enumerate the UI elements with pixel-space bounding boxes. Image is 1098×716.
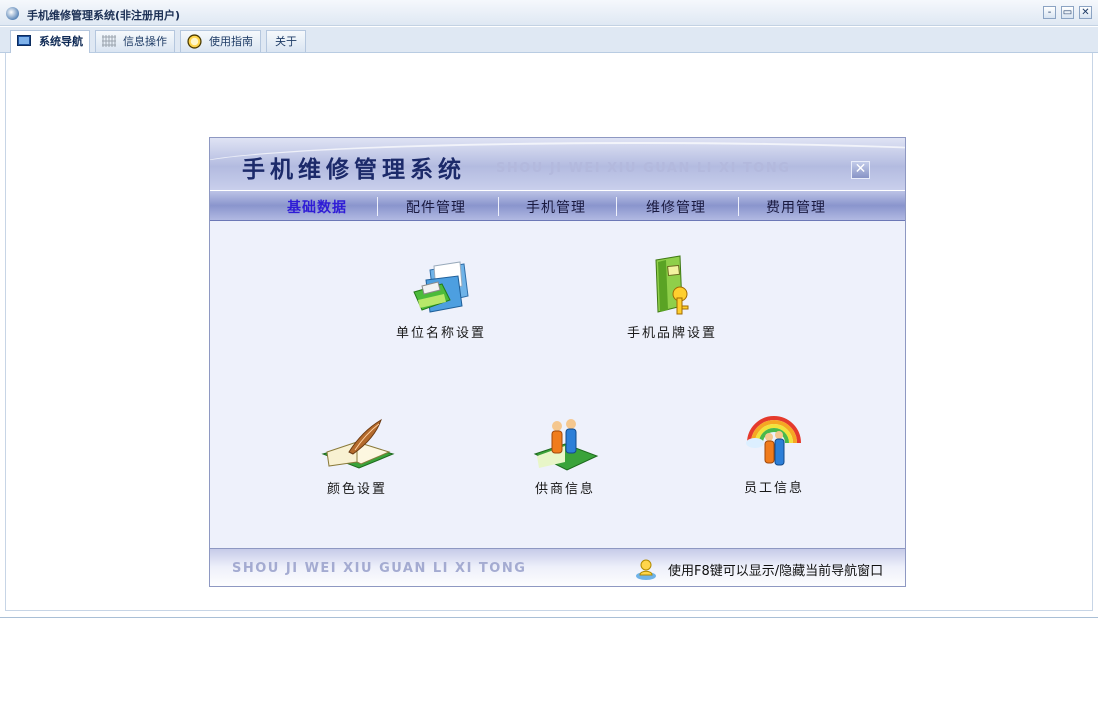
- restore-button[interactable]: ▭: [1061, 6, 1074, 19]
- book-quill-icon: [321, 418, 395, 469]
- panel-footer: SHOU JI WEI XIU GUAN LI XI TONG 使用F8键可以显…: [210, 548, 905, 586]
- item-label: 供商信息: [534, 482, 595, 497]
- item-label: 手机品牌设置: [626, 326, 717, 341]
- item-label: 单位名称设置: [395, 326, 486, 341]
- people-book-icon: [533, 419, 599, 471]
- item-employee[interactable]: 员工信息: [730, 415, 818, 496]
- tab-label: 关于: [275, 35, 297, 48]
- user-tip-icon: [636, 559, 656, 580]
- nav-basic-data[interactable]: 基础数据: [287, 197, 347, 217]
- nav-fee-mgmt[interactable]: 费用管理: [766, 197, 826, 217]
- nav-phone-mgmt[interactable]: 手机管理: [526, 197, 586, 217]
- nav-separator: [498, 197, 499, 216]
- tab-about[interactable]: 关于: [266, 30, 306, 52]
- panel-close-button[interactable]: ✕: [851, 161, 870, 179]
- book-key-icon: [655, 255, 689, 315]
- window-title: 手机维修管理系统(非注册用户): [27, 9, 181, 22]
- clock-icon: [187, 34, 202, 49]
- tab-user-guide[interactable]: 使用指南: [180, 30, 261, 52]
- close-button[interactable]: ✕: [1079, 6, 1092, 19]
- footer-tip: 使用F8键可以显示/隐藏当前导航窗口: [668, 564, 884, 579]
- item-label: 员工信息: [743, 481, 804, 496]
- minimize-button[interactable]: -: [1043, 6, 1056, 19]
- title-bar: 手机维修管理系统(非注册用户) - ▭ ✕: [0, 0, 1098, 26]
- item-label: 颜色设置: [326, 482, 387, 497]
- tab-info-ops[interactable]: 信息操作: [95, 30, 175, 52]
- monitor-icon: [17, 35, 31, 46]
- item-unit-name[interactable]: 单位名称设置: [391, 256, 491, 341]
- navigation-panel: 手机维修管理系统 SHOU JI WEI XIU GUAN LI XI TONG…: [209, 137, 906, 587]
- tab-label: 使用指南: [209, 35, 253, 48]
- grid-icon: [102, 35, 116, 47]
- item-phone-brand[interactable]: 手机品牌设置: [622, 254, 722, 341]
- item-supplier[interactable]: 供商信息: [520, 416, 610, 497]
- nav-repair-mgmt[interactable]: 维修管理: [646, 197, 706, 217]
- tab-label: 系统导航: [39, 35, 83, 48]
- panel-nav: 基础数据 配件管理 手机管理 维修管理 费用管理: [210, 190, 905, 221]
- folder-printer-icon: [413, 261, 469, 313]
- footer-subtitle: SHOU JI WEI XIU GUAN LI XI TONG: [232, 561, 527, 576]
- app-icon: [6, 7, 19, 20]
- panel-title: 手机维修管理系统: [242, 157, 466, 183]
- nav-parts-mgmt[interactable]: 配件管理: [406, 197, 466, 217]
- panel-header: 手机维修管理系统 SHOU JI WEI XIU GUAN LI XI TONG…: [210, 138, 905, 190]
- tab-system-nav[interactable]: 系统导航: [10, 30, 90, 53]
- nav-separator: [616, 197, 617, 216]
- tab-bar: 系统导航 信息操作 使用指南 关于: [0, 27, 1098, 53]
- nav-separator: [377, 197, 378, 216]
- people-rainbow-icon: [746, 416, 801, 466]
- nav-separator: [738, 197, 739, 216]
- panel-subtitle: SHOU JI WEI XIU GUAN LI XI TONG: [496, 161, 791, 176]
- item-color[interactable]: 颜色设置: [312, 418, 402, 497]
- tab-label: 信息操作: [123, 35, 167, 48]
